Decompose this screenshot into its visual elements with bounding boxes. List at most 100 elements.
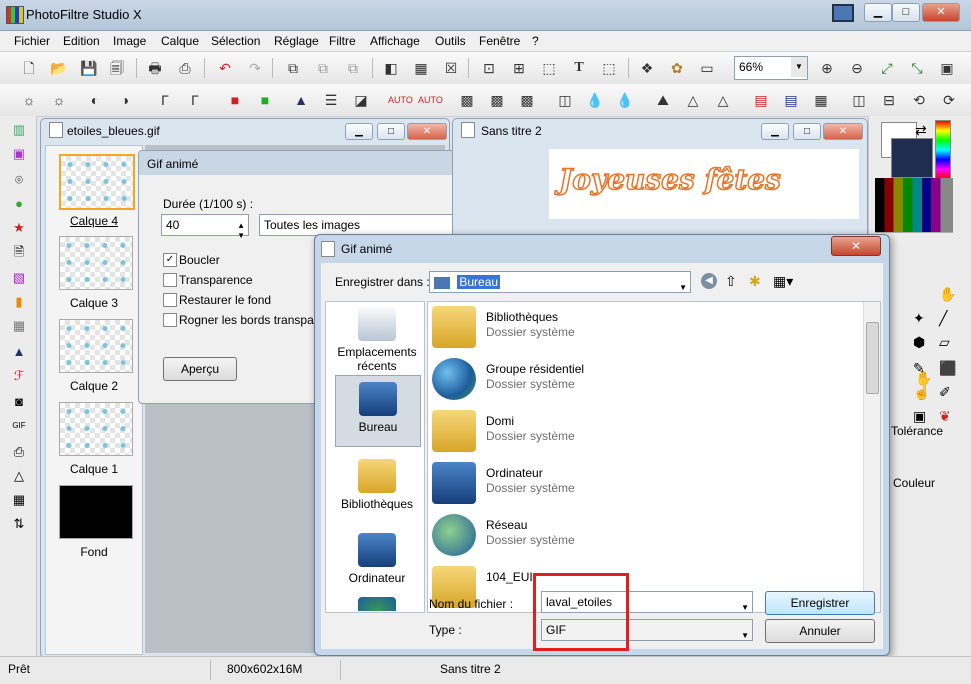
up-folder-icon[interactable]: ⇧ xyxy=(725,273,737,290)
new-icon[interactable]: 🗋 xyxy=(20,59,38,77)
grid-icon[interactable]: ▦ xyxy=(812,91,830,109)
negative-icon[interactable]: ◪ xyxy=(352,91,370,109)
pattern-icon[interactable]: ▩ xyxy=(518,91,536,109)
maximize-button[interactable]: □ xyxy=(892,3,920,22)
bucket-icon[interactable]: ⬢ xyxy=(913,334,925,351)
doc2-minimize-button[interactable]: ▁ xyxy=(761,123,789,140)
fullscreen-icon[interactable]: ▣ xyxy=(938,59,956,77)
menu-image[interactable]: Image xyxy=(113,34,146,48)
file-item-libraries[interactable]: Bibliothèques Dossier système xyxy=(430,304,850,354)
layer-thumb-3[interactable] xyxy=(59,236,133,290)
actual-size-icon[interactable]: ⤡ xyxy=(908,59,926,77)
browser-icon[interactable]: ❖ xyxy=(638,59,656,77)
layer-thumb-fond[interactable] xyxy=(59,485,133,539)
doc-maximize-button[interactable]: □ xyxy=(377,123,405,140)
save-dialog-close-button[interactable]: ✕ xyxy=(831,236,881,256)
window-icon[interactable]: ▭ xyxy=(698,59,716,77)
portrait-icon[interactable]: ▣ xyxy=(913,408,926,425)
camera-icon[interactable]: ⌾ xyxy=(11,172,27,188)
doc2-maximize-button[interactable]: □ xyxy=(793,123,821,140)
rotate-left-icon[interactable]: ⟲ xyxy=(910,91,928,109)
blur-icon[interactable]: ◫ xyxy=(556,91,574,109)
doc2-close-button[interactable]: ✕ xyxy=(823,123,863,140)
flip-h-icon[interactable]: ◫ xyxy=(850,91,868,109)
saturation-plus-icon[interactable]: ■ xyxy=(256,91,274,109)
brightness-minus-icon[interactable]: ◐ xyxy=(86,91,104,109)
crop-icon[interactable]: ⬚ xyxy=(540,59,558,77)
scroll-thumb[interactable] xyxy=(866,322,879,394)
menu-affichage[interactable]: Affichage xyxy=(370,34,420,48)
fit-window-icon[interactable]: ⤢ xyxy=(878,59,896,77)
stamp-icon[interactable]: ⬛ xyxy=(939,360,956,377)
scan-icon[interactable]: ⎙ xyxy=(176,59,194,77)
view-menu-icon[interactable]: ▦▾ xyxy=(773,273,793,290)
spin-down-icon[interactable]: ▼ xyxy=(237,226,245,246)
menu-fenetre[interactable]: Fenêtre xyxy=(479,34,520,48)
preview-button[interactable]: Aperçu xyxy=(163,357,237,381)
file-item-homegroup[interactable]: Groupe résidentiel Dossier système xyxy=(430,356,850,406)
close-button[interactable]: ✕ xyxy=(922,3,960,22)
color-balance-icon[interactable]: ▤ xyxy=(752,91,770,109)
sharpen-icon[interactable]: 💧 xyxy=(616,91,634,109)
auto-color-icon[interactable]: AUTO xyxy=(418,91,443,109)
gradient-tool-icon[interactable]: ▧ xyxy=(11,270,27,286)
place-recent[interactable]: Emplacements récents xyxy=(335,307,419,373)
outline-icon[interactable]: △ xyxy=(714,91,732,109)
zoom-in-icon[interactable]: ⊕ xyxy=(818,59,836,77)
mask-icon[interactable]: ◙ xyxy=(11,394,27,410)
tiles-icon[interactable]: ▦ xyxy=(11,492,27,508)
back-icon[interactable]: ◀ xyxy=(701,273,717,289)
menu-calque[interactable]: Calque xyxy=(161,34,199,48)
text-icon[interactable]: T xyxy=(570,59,588,77)
place-computer[interactable]: Ordinateur xyxy=(335,533,419,585)
duration-input[interactable]: 40 ▲ ▼ xyxy=(161,214,249,240)
texture-icon[interactable]: ▩ xyxy=(488,91,506,109)
layer-thumb-4[interactable] xyxy=(59,154,135,210)
menu-edition[interactable]: Edition xyxy=(63,34,100,48)
triangle-tool-icon[interactable]: △ xyxy=(11,468,27,484)
grayscale-icon[interactable]: ◧ xyxy=(382,59,400,77)
sphere-icon[interactable]: ● xyxy=(11,196,27,212)
place-network[interactable] xyxy=(335,597,419,611)
scanner-icon[interactable]: ⎙ xyxy=(11,444,27,460)
transparency-checkbox[interactable] xyxy=(163,273,177,287)
auto-contrast-icon[interactable]: ☼ xyxy=(50,91,68,109)
paint-icon[interactable]: ✐ xyxy=(939,384,951,401)
grid-tool-icon[interactable]: ▦ xyxy=(11,318,27,334)
layer-thumb-1[interactable] xyxy=(59,402,133,456)
restore-background-checkbox[interactable] xyxy=(163,293,177,307)
redo-icon[interactable]: ↷ xyxy=(246,59,264,77)
place-bureau[interactable]: Bureau xyxy=(335,375,421,447)
paste-new-icon[interactable]: ⧉ xyxy=(344,59,362,77)
palette-icon[interactable]: ▦ xyxy=(412,59,430,77)
save-button[interactable]: Enregistrer xyxy=(765,591,875,615)
rotate-right-icon[interactable]: ⟳ xyxy=(940,91,958,109)
swap-colors-icon[interactable]: ⇄ xyxy=(915,122,927,139)
gif-icon[interactable]: GIF xyxy=(11,418,27,434)
line-icon[interactable]: ╱ xyxy=(939,310,947,327)
open-icon[interactable]: 📂 xyxy=(50,59,68,77)
cancel-button[interactable]: Annuler xyxy=(765,619,875,643)
layer-thumb-2[interactable] xyxy=(59,319,133,373)
strawberry-icon[interactable]: ❦ xyxy=(939,408,951,425)
pan-icon[interactable]: ✋ xyxy=(939,286,956,303)
contrast-minus-icon[interactable]: Γ xyxy=(156,91,174,109)
file-item-network[interactable]: Réseau Dossier système xyxy=(430,512,850,562)
resize-selection-icon[interactable]: ⬚ xyxy=(600,59,618,77)
flip-v-icon[interactable]: ⊟ xyxy=(880,91,898,109)
histogram-icon[interactable]: ▲ xyxy=(11,344,27,360)
place-libraries[interactable]: Bibliothèques xyxy=(335,459,419,511)
saturation-minus-icon[interactable]: ■ xyxy=(226,91,244,109)
swap-icon[interactable]: ⇅ xyxy=(11,516,27,532)
drop-icon[interactable]: 💧 xyxy=(586,91,604,109)
auto-tone-icon[interactable]: AUTO xyxy=(388,91,413,109)
new-folder-icon[interactable]: ✱ xyxy=(749,273,761,290)
file-list-scrollbar[interactable] xyxy=(863,302,880,612)
copy-icon[interactable]: ⧉ xyxy=(284,59,302,77)
contrast-plus-icon[interactable]: Γ xyxy=(186,91,204,109)
auto-level-icon[interactable]: ☼ xyxy=(20,91,38,109)
menu-outils[interactable]: Outils xyxy=(435,34,466,48)
zoom-out-icon[interactable]: ⊖ xyxy=(848,59,866,77)
monitor-icon[interactable] xyxy=(832,4,854,22)
finger-icon[interactable]: ☝ xyxy=(913,384,930,401)
